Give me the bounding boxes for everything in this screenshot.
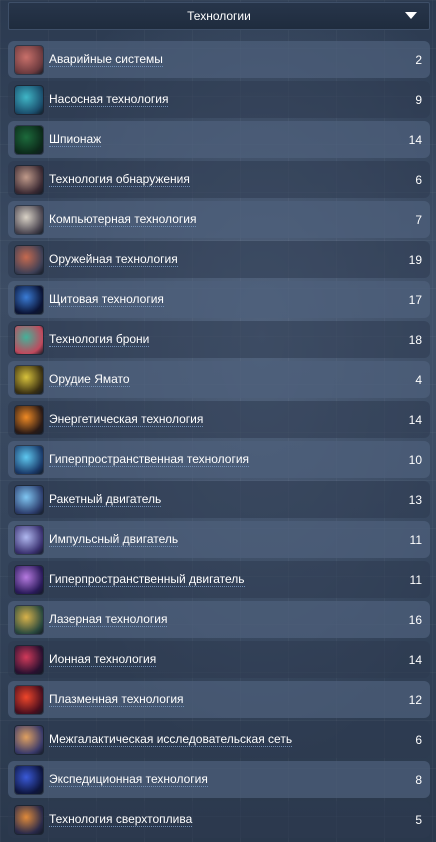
technology-name[interactable]: Энергетическая технология: [49, 412, 204, 427]
technology-name[interactable]: Экспедиционная технология: [49, 772, 208, 787]
hyperspace-technology-icon[interactable]: [15, 445, 43, 474]
technology-level: 7: [415, 212, 422, 227]
intergalactic-research-network-icon[interactable]: [15, 725, 43, 754]
technology-row[interactable]: Ракетный двигатель 13: [8, 481, 430, 518]
technology-name[interactable]: Щитовая технология: [49, 292, 164, 307]
technology-list: Аварийные системы 2 Насосная технология 9 Шп…: [8, 41, 430, 841]
energy-technology-icon[interactable]: [15, 405, 43, 434]
espionage-icon[interactable]: [15, 125, 43, 154]
technology-level: 9: [415, 92, 422, 107]
technology-name[interactable]: Гиперпространственный двигатель: [49, 572, 245, 587]
yamato-cannon-icon[interactable]: [15, 365, 43, 394]
technology-row[interactable]: Щитовая технология 17: [8, 281, 430, 318]
technology-level: 10: [408, 452, 422, 467]
technology-level: 16: [408, 612, 422, 627]
plasma-technology-icon[interactable]: [15, 685, 43, 714]
technology-row[interactable]: Технология брони 18: [8, 321, 430, 358]
technology-level: 18: [408, 332, 422, 347]
technology-row[interactable]: Технология сверхтоплива 5: [8, 801, 430, 838]
technology-name[interactable]: Лазерная технология: [49, 612, 168, 627]
technology-row[interactable]: Насосная технология 9: [8, 81, 430, 118]
technology-name[interactable]: Шпионаж: [49, 132, 102, 147]
technology-name[interactable]: Ионная технология: [49, 652, 157, 667]
technology-row[interactable]: Импульсный двигатель 11: [8, 521, 430, 558]
category-title: Технологии: [187, 9, 251, 23]
technology-name[interactable]: Технология сверхтоплива: [49, 812, 193, 827]
technology-name[interactable]: Ракетный двигатель: [49, 492, 162, 507]
shield-technology-icon[interactable]: [15, 285, 43, 314]
technology-level: 5: [415, 812, 422, 827]
ion-technology-icon[interactable]: [15, 645, 43, 674]
technology-row[interactable]: Орудие Ямато 4: [8, 361, 430, 398]
technology-row[interactable]: Экспедиционная технология 8: [8, 761, 430, 798]
detection-technology-icon[interactable]: [15, 165, 43, 194]
technology-row[interactable]: Плазменная технология 12: [8, 681, 430, 718]
technology-row[interactable]: Гиперпространственная технология 10: [8, 441, 430, 478]
technology-level: 19: [408, 252, 422, 267]
expedition-technology-icon[interactable]: [15, 765, 43, 794]
hyperspace-engine-icon[interactable]: [15, 565, 43, 594]
technology-row[interactable]: Технология обнаружения 6: [8, 161, 430, 198]
technology-name[interactable]: Аварийные системы: [49, 52, 163, 67]
technology-level: 6: [415, 172, 422, 187]
technology-name[interactable]: Компьютерная технология: [49, 212, 197, 227]
technology-level: 13: [408, 492, 422, 507]
technology-name[interactable]: Орудие Ямато: [49, 372, 130, 387]
weapons-technology-icon[interactable]: [15, 245, 43, 274]
rocket-engine-icon[interactable]: [15, 485, 43, 514]
technology-name[interactable]: Насосная технология: [49, 92, 169, 107]
impulse-engine-icon[interactable]: [15, 525, 43, 554]
armor-technology-icon[interactable]: [15, 325, 43, 354]
technology-level: 11: [409, 572, 422, 587]
computer-technology-icon[interactable]: [15, 205, 43, 234]
technology-level: 8: [415, 772, 422, 787]
technology-level: 14: [408, 412, 422, 427]
technology-row[interactable]: Компьютерная технология 7: [8, 201, 430, 238]
technology-row[interactable]: Аварийные системы 2: [8, 41, 430, 78]
laser-technology-icon[interactable]: [15, 605, 43, 634]
technology-row[interactable]: Межгалактическая исследовательская сеть 6: [8, 721, 430, 758]
technology-row[interactable]: Ионная технология 14: [8, 641, 430, 678]
technology-row[interactable]: Оружейная технология 19: [8, 241, 430, 278]
technology-row[interactable]: Шпионаж 14: [8, 121, 430, 158]
technology-level: 2: [415, 52, 422, 67]
technology-name[interactable]: Технология брони: [49, 332, 150, 347]
chevron-down-icon[interactable]: [405, 12, 417, 19]
pump-technology-icon[interactable]: [15, 85, 43, 114]
technology-name[interactable]: Технология обнаружения: [49, 172, 190, 187]
technology-level: 14: [408, 132, 422, 147]
technology-level: 4: [415, 372, 422, 387]
technology-name[interactable]: Импульсный двигатель: [49, 532, 179, 547]
technology-level: 11: [409, 532, 422, 547]
technology-level: 17: [408, 292, 422, 307]
technology-name[interactable]: Межгалактическая исследовательская сеть: [49, 732, 293, 747]
technology-row[interactable]: Лазерная технология 16: [8, 601, 430, 638]
technology-level: 14: [408, 652, 422, 667]
emergency-systems-icon[interactable]: [15, 45, 43, 74]
technology-name[interactable]: Плазменная технология: [49, 692, 184, 707]
category-dropdown[interactable]: Технологии: [8, 2, 430, 30]
technology-name[interactable]: Гиперпространственная технология: [49, 452, 250, 467]
technology-row[interactable]: Энергетическая технология 14: [8, 401, 430, 438]
superfuel-technology-icon[interactable]: [15, 805, 43, 834]
technology-level: 6: [415, 732, 422, 747]
technology-row[interactable]: Гиперпространственный двигатель 11: [8, 561, 430, 598]
technology-level: 12: [408, 692, 422, 707]
technology-name[interactable]: Оружейная технология: [49, 252, 178, 267]
